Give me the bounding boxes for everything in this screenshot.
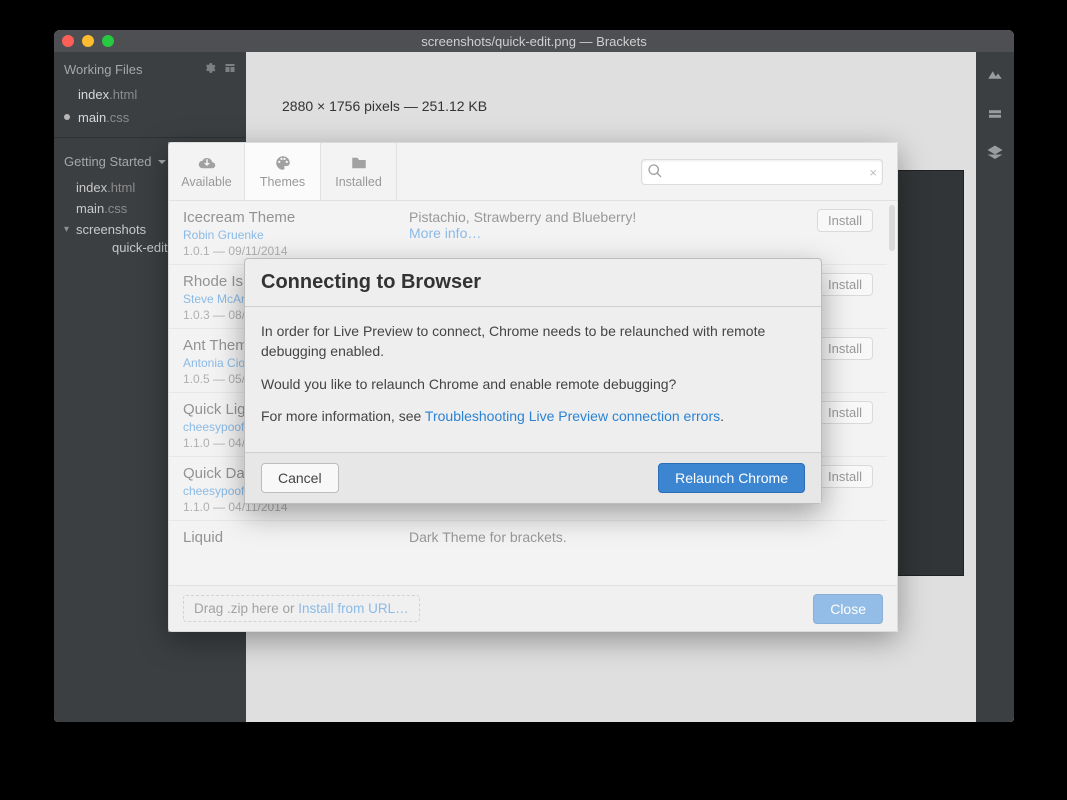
dirty-dot-icon [64, 114, 70, 120]
app-window: screenshots/quick-edit.png — Brackets Wo… [54, 30, 1014, 722]
project-label: Getting Started [64, 154, 151, 169]
right-rail [976, 52, 1014, 722]
modal-footer: Cancel Relaunch Chrome [245, 453, 821, 503]
file-ext: .html [109, 87, 137, 102]
layers-icon[interactable] [986, 144, 1004, 165]
file-name: quick-edit [112, 240, 168, 255]
chevron-down-icon [157, 157, 167, 167]
file-name: main [76, 201, 104, 216]
window-controls [54, 35, 114, 47]
modal-header: Connecting to Browser [245, 259, 821, 307]
window-title: screenshots/quick-edit.png — Brackets [54, 34, 1014, 49]
modal-text-2: Would you like to relaunch Chrome and en… [261, 374, 805, 394]
minimize-window-icon[interactable] [82, 35, 94, 47]
file-name: main [78, 110, 106, 125]
connecting-modal: Connecting to Browser In order for Live … [244, 258, 822, 504]
relaunch-chrome-button[interactable]: Relaunch Chrome [658, 463, 805, 493]
working-file-item[interactable]: index.html [54, 83, 246, 106]
working-files-label: Working Files [64, 62, 143, 77]
troubleshooting-link[interactable]: Troubleshooting Live Preview connection … [425, 408, 720, 424]
modal-text-1: In order for Live Preview to connect, Ch… [261, 321, 805, 362]
file-ext: .html [107, 180, 135, 195]
sidebar-divider [54, 137, 246, 138]
cancel-button[interactable]: Cancel [261, 463, 339, 493]
modal-text-3: For more information, see Troubleshootin… [261, 406, 805, 426]
titlebar[interactable]: screenshots/quick-edit.png — Brackets [54, 30, 1014, 52]
modal-title: Connecting to Browser [261, 271, 805, 294]
live-preview-icon[interactable] [986, 66, 1004, 87]
file-ext: .css [106, 110, 129, 125]
file-name: index [76, 180, 107, 195]
modal-body: In order for Live Preview to connect, Ch… [245, 307, 821, 453]
layout-icon[interactable] [224, 62, 236, 77]
working-files-tools [204, 62, 236, 77]
working-file-item[interactable]: main.css [54, 106, 246, 129]
folder-name: screenshots [76, 222, 146, 237]
zoom-window-icon[interactable] [102, 35, 114, 47]
working-files-list: index.html main.css [54, 83, 246, 129]
working-files-header: Working Files [54, 52, 246, 83]
gear-icon[interactable] [204, 62, 216, 77]
close-window-icon[interactable] [62, 35, 74, 47]
file-ext: .css [104, 201, 127, 216]
image-meta: 2880 × 1756 pixels — 251.12 KB [282, 98, 487, 114]
extensions-icon[interactable] [986, 105, 1004, 126]
file-name: index [78, 87, 109, 102]
